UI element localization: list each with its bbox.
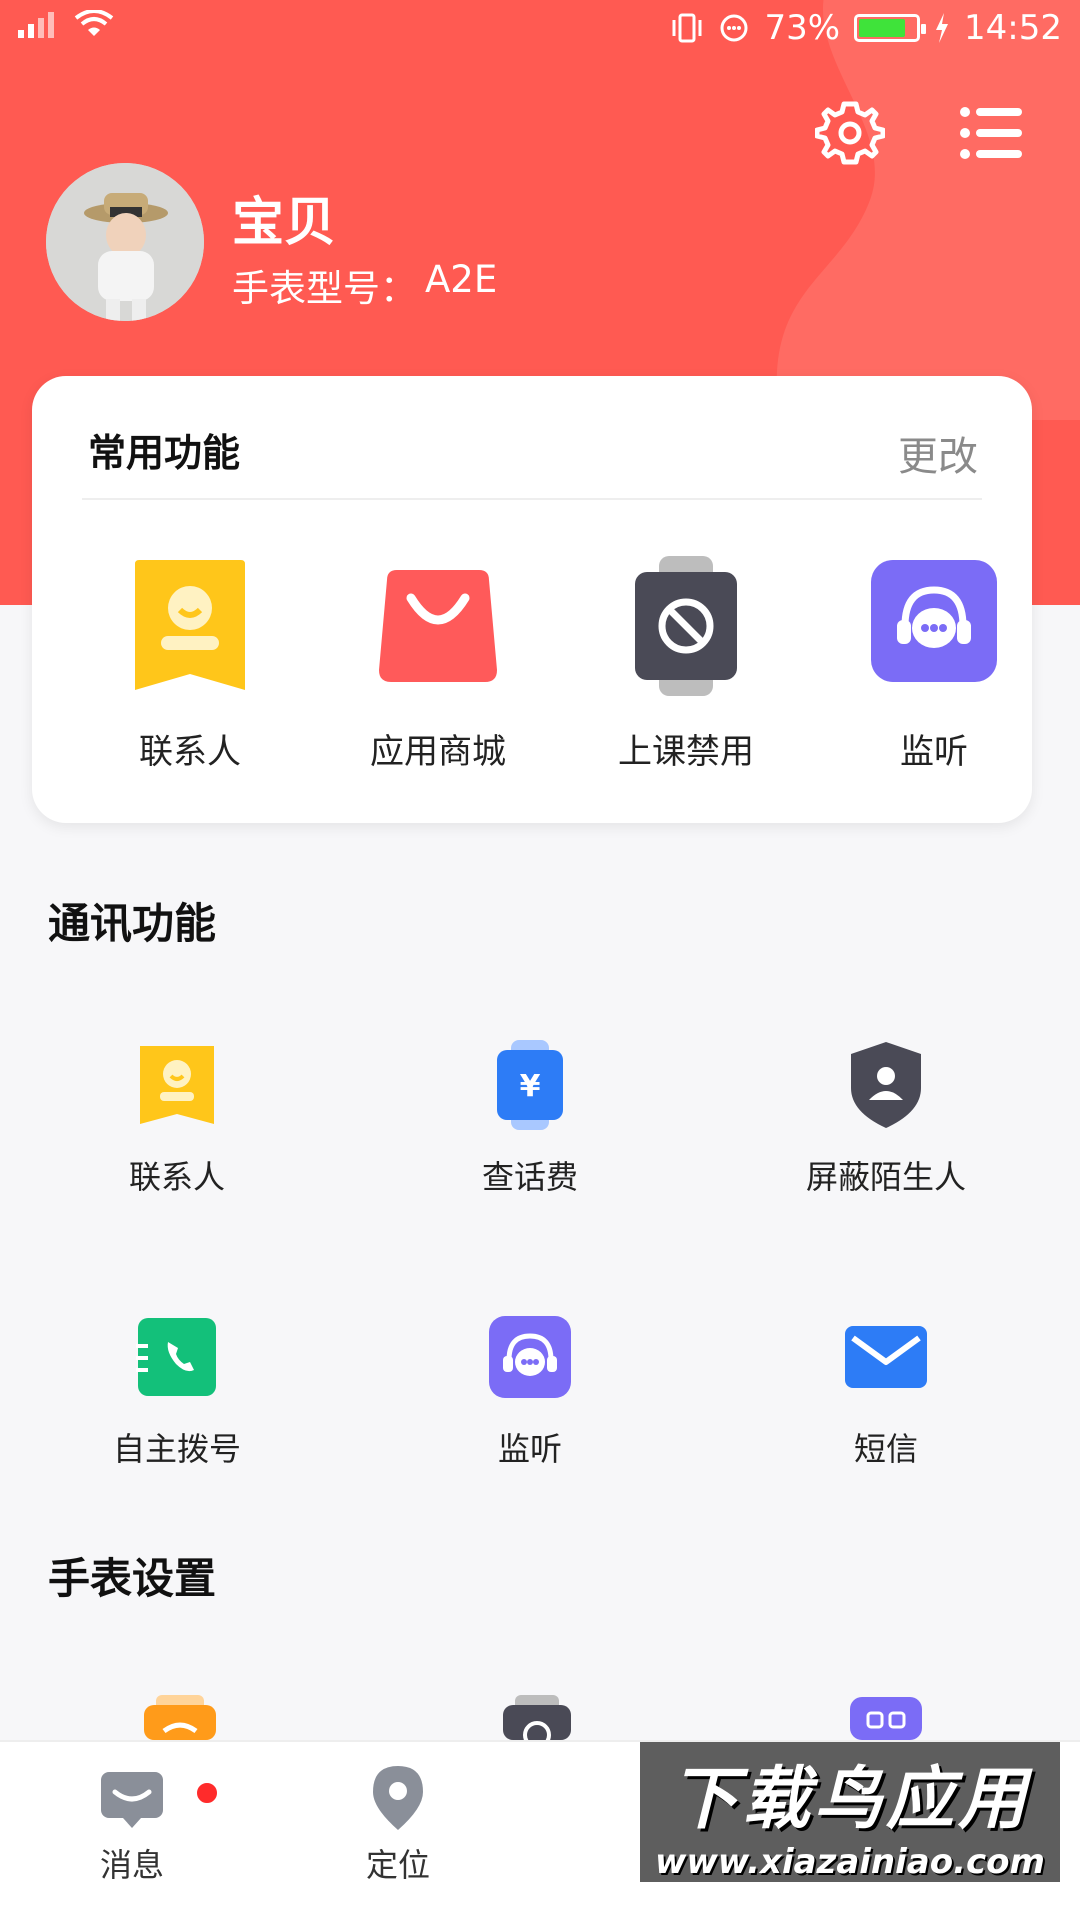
comm-item-block-strangers[interactable]: 屏蔽陌生人 — [736, 1040, 1036, 1198]
divider — [82, 498, 982, 500]
status-bar: 73% 14:52 — [0, 0, 1080, 58]
battery-percent: 73% — [764, 8, 841, 48]
header-wave-decoration — [776, 0, 1080, 420]
common-item-label: 联系人 — [139, 732, 241, 772]
comm-item-contacts[interactable]: 联系人 — [27, 1040, 327, 1198]
charging-icon — [936, 13, 949, 43]
watch-wifi-icon[interactable] — [140, 1695, 220, 1740]
watermark-title: 下载鸟应用 — [669, 1759, 1030, 1839]
robot-headset-icon — [489, 1316, 571, 1398]
nav-location[interactable]: 定位 — [298, 1762, 498, 1886]
comm-item-dial[interactable]: 自主拨号 — [27, 1312, 327, 1470]
common-item-label: 监听 — [900, 732, 968, 772]
nav-label: 消息 — [99, 1846, 164, 1884]
comm-item-label: 短信 — [853, 1430, 918, 1468]
common-item-class-mode[interactable]: 上课禁用 — [576, 556, 796, 773]
comm-item-label: 查话费 — [481, 1158, 578, 1196]
message-status-icon — [720, 14, 748, 42]
watermark-url: www.xiazainiao.com — [655, 1841, 1045, 1882]
shield-person-icon — [851, 1042, 921, 1128]
watermark-logo: 下载鸟应用 www.xiazainiao.com — [640, 1742, 1060, 1882]
common-functions-title: 常用功能 — [88, 431, 241, 475]
notification-badge — [194, 1780, 220, 1806]
phone-dial-icon — [136, 1318, 216, 1396]
common-functions-card: 常用功能 更改 联系人 应用商城 上课禁用 监听 — [32, 376, 1032, 823]
contact-card-icon — [140, 1046, 214, 1124]
list-menu-icon[interactable] — [960, 105, 1022, 161]
svg-text:¥: ¥ — [520, 1069, 541, 1104]
comm-item-label: 监听 — [497, 1430, 562, 1468]
gear-icon[interactable] — [815, 98, 885, 168]
robot-headset-icon — [871, 560, 997, 682]
common-item-contacts[interactable]: 联系人 — [80, 556, 300, 773]
common-item-label: 上课禁用 — [618, 732, 754, 772]
chat-bubble-icon — [101, 1772, 163, 1828]
shopping-bag-icon — [379, 570, 497, 682]
watch-section-title: 手表设置 — [48, 1554, 217, 1603]
signal-icon — [18, 12, 54, 38]
comm-section-title: 通讯功能 — [48, 899, 217, 948]
location-pin-icon — [373, 1766, 423, 1830]
edit-button[interactable]: 更改 — [898, 424, 978, 482]
watch-yuan-icon: ¥ — [497, 1040, 563, 1130]
watch-model: 手表型号： A2E — [232, 258, 497, 312]
comm-item-monitor[interactable]: 监听 — [380, 1312, 680, 1470]
envelope-icon — [845, 1326, 927, 1388]
comm-item-label: 屏蔽陌生人 — [805, 1158, 966, 1196]
watch-ban-icon — [635, 556, 737, 696]
watch-ban-icon[interactable] — [497, 1695, 577, 1740]
avatar[interactable] — [46, 163, 204, 321]
child-name: 宝贝 — [232, 193, 337, 253]
clock: 14:52 — [964, 8, 1062, 48]
comm-item-balance[interactable]: ¥ 查话费 — [380, 1040, 680, 1198]
child-photo — [46, 163, 204, 321]
nav-messages[interactable]: 消息 — [32, 1762, 232, 1886]
battery-icon — [854, 14, 927, 42]
watch-model-label: 手表型号： — [232, 267, 417, 310]
common-item-app-store[interactable]: 应用商城 — [328, 556, 548, 773]
watch-apps-icon[interactable] — [846, 1695, 926, 1740]
comm-item-label: 自主拨号 — [112, 1430, 241, 1468]
comm-item-label: 联系人 — [128, 1158, 225, 1196]
wifi-icon — [74, 10, 114, 36]
comm-item-sms[interactable]: 短信 — [736, 1312, 1036, 1470]
nav-label: 定位 — [365, 1846, 430, 1884]
common-item-monitor[interactable]: 监听 — [824, 556, 1044, 773]
common-item-label: 应用商城 — [370, 732, 506, 772]
watch-model-value: A2E — [425, 258, 498, 301]
contact-card-icon — [135, 560, 245, 690]
vibrate-icon — [672, 13, 702, 43]
